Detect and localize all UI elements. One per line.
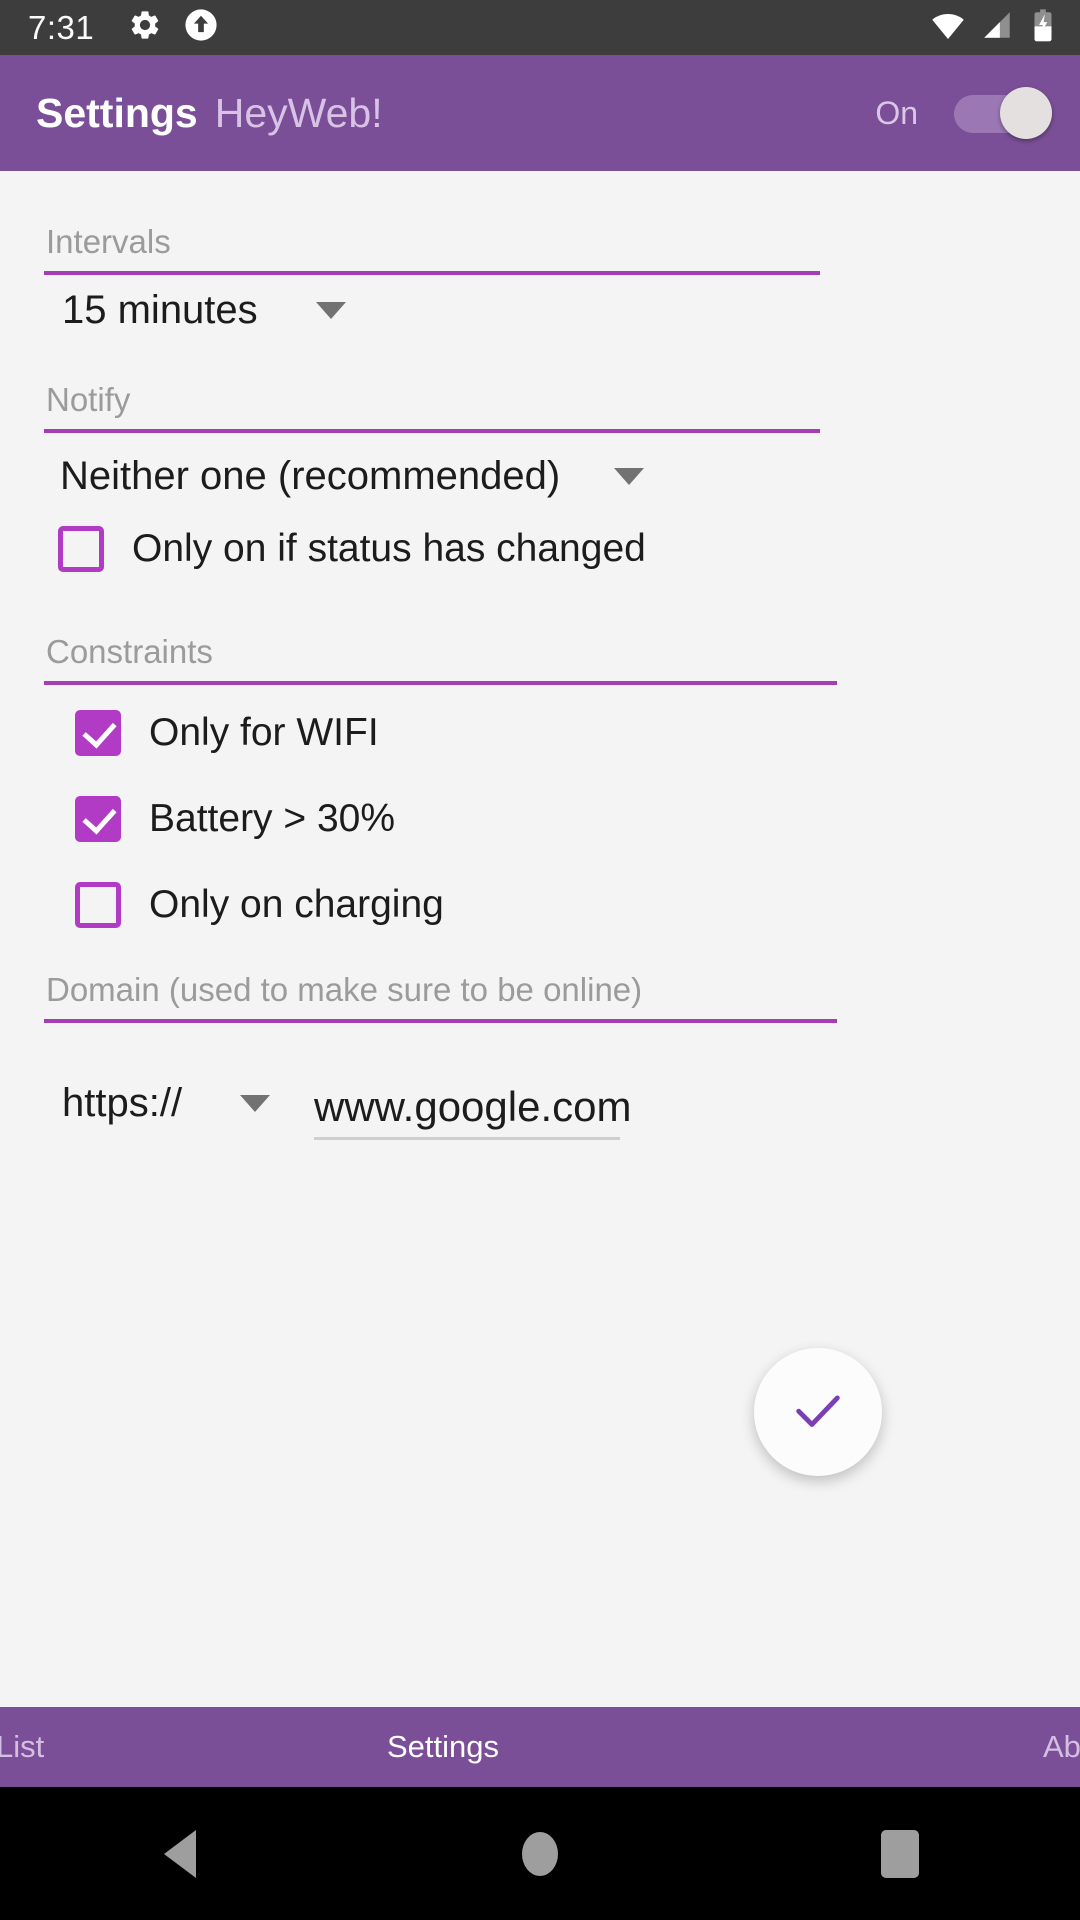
status-bar-clock: 7:31 bbox=[28, 8, 95, 46]
tab-settings[interactable]: Settings bbox=[387, 1729, 499, 1765]
chevron-down-icon bbox=[315, 302, 346, 319]
bottom-tab-bar: List Settings About bbox=[0, 1707, 1080, 1787]
gear-icon bbox=[128, 8, 162, 47]
only-for-wifi-label: Only for WIFI bbox=[149, 711, 379, 754]
constraints-divider bbox=[44, 681, 837, 685]
domain-section-label: Domain (used to make sure to be online) bbox=[46, 971, 643, 1008]
only-on-charging-checkbox[interactable] bbox=[75, 882, 121, 928]
constraints-section-label: Constraints bbox=[46, 633, 213, 670]
phone-screen: 7:31 Settings HeyWeb! On Intervals 15 mi… bbox=[0, 0, 1080, 1920]
cellular-signal-icon bbox=[980, 8, 1014, 47]
master-switch-label: On bbox=[875, 94, 918, 131]
nav-back-button[interactable] bbox=[0, 1829, 360, 1878]
upload-circle-icon bbox=[184, 8, 218, 47]
only-on-charging-label: Only on charging bbox=[149, 883, 444, 926]
notify-section-label: Notify bbox=[46, 381, 131, 418]
only-on-charging-checkbox-row[interactable]: Only on charging bbox=[75, 882, 444, 928]
tab-about[interactable]: About bbox=[1043, 1729, 1080, 1765]
system-navigation-bar bbox=[0, 1787, 1080, 1920]
domain-input-value: www.google.com bbox=[314, 1083, 632, 1130]
only-on-status-changed-checkbox[interactable] bbox=[58, 526, 104, 572]
master-switch-group[interactable]: On bbox=[875, 87, 1052, 139]
domain-scheme-dropdown[interactable]: https:// bbox=[62, 1081, 271, 1126]
nav-home-button[interactable] bbox=[360, 1831, 720, 1876]
status-bar-system-icons bbox=[930, 7, 1058, 48]
chevron-down-icon bbox=[240, 1095, 271, 1112]
back-triangle-icon bbox=[164, 1829, 196, 1878]
home-circle-icon bbox=[522, 1831, 558, 1876]
only-on-status-changed-checkbox-row[interactable]: Only on if status has changed bbox=[58, 526, 646, 572]
master-switch-toggle[interactable] bbox=[954, 87, 1052, 139]
intervals-dropdown[interactable]: 15 minutes bbox=[62, 288, 346, 333]
intervals-section-label: Intervals bbox=[46, 223, 171, 260]
tab-list[interactable]: List bbox=[0, 1729, 44, 1765]
recents-square-icon bbox=[881, 1829, 919, 1878]
battery-charging-icon bbox=[1028, 8, 1058, 47]
battery-threshold-checkbox[interactable] bbox=[75, 796, 121, 842]
switch-thumb bbox=[1000, 87, 1052, 139]
settings-content: Intervals 15 minutes Notify Neither one … bbox=[0, 171, 1080, 1707]
only-for-wifi-checkbox-row[interactable]: Only for WIFI bbox=[75, 710, 379, 756]
domain-scheme-value: https:// bbox=[62, 1081, 183, 1125]
confirm-fab[interactable] bbox=[754, 1348, 882, 1476]
status-bar: 7:31 bbox=[0, 0, 1080, 55]
only-for-wifi-checkbox[interactable] bbox=[75, 710, 121, 756]
check-icon bbox=[789, 1381, 847, 1444]
intervals-selected-value: 15 minutes bbox=[62, 288, 258, 332]
only-on-status-changed-label: Only on if status has changed bbox=[132, 527, 646, 570]
page-title: Settings bbox=[36, 89, 198, 136]
intervals-divider bbox=[44, 271, 820, 275]
battery-threshold-checkbox-row[interactable]: Battery > 30% bbox=[75, 796, 395, 842]
chevron-down-icon bbox=[614, 468, 645, 485]
nav-recents-button[interactable] bbox=[720, 1829, 1080, 1878]
app-name-label: HeyWeb! bbox=[214, 89, 383, 136]
notify-selected-value: Neither one (recommended) bbox=[60, 454, 561, 498]
status-bar-notification-icons bbox=[128, 8, 218, 47]
notify-divider bbox=[44, 429, 820, 433]
notify-dropdown[interactable]: Neither one (recommended) bbox=[60, 454, 645, 499]
domain-input[interactable]: www.google.com bbox=[314, 1083, 631, 1140]
wifi-icon bbox=[930, 7, 966, 48]
app-bar: Settings HeyWeb! On bbox=[0, 55, 1080, 171]
domain-divider bbox=[44, 1019, 837, 1023]
battery-threshold-label: Battery > 30% bbox=[149, 797, 396, 840]
